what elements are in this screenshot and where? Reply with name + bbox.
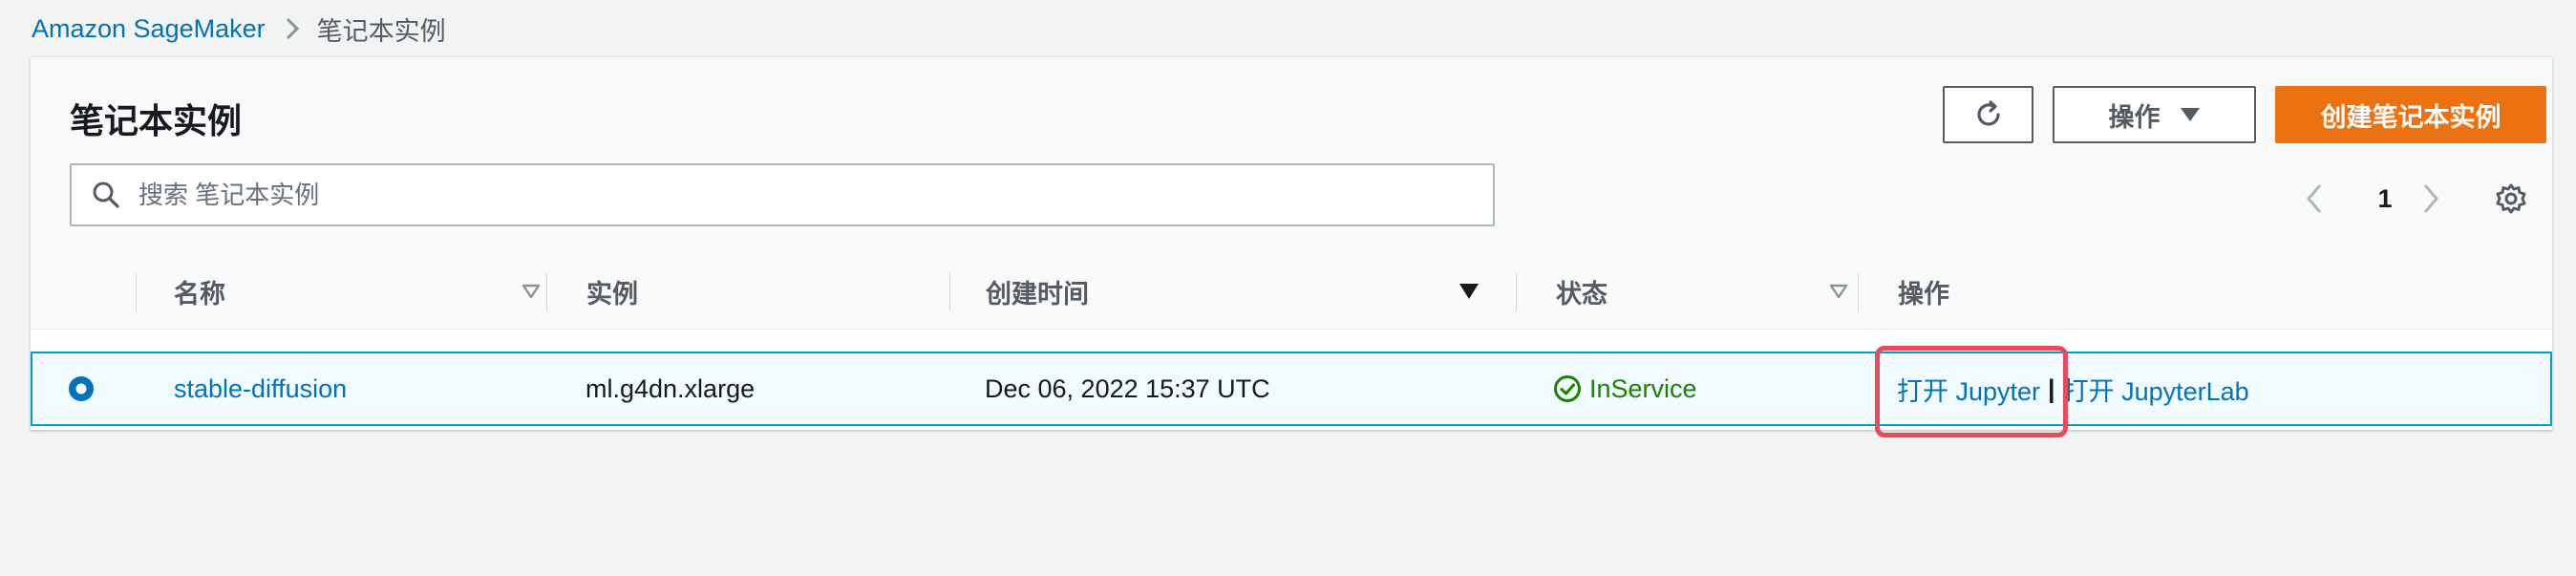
open-jupyterlab-link[interactable]: 打开 JupyterLab bbox=[2063, 371, 2249, 408]
search-box bbox=[70, 163, 1495, 226]
caret-down-icon bbox=[2180, 107, 2201, 122]
column-divider bbox=[1858, 273, 1859, 311]
check-circle-icon bbox=[1553, 374, 1582, 403]
next-page-button[interactable] bbox=[2420, 170, 2441, 227]
instance-type: ml.g4dn.xlarge bbox=[585, 373, 756, 403]
sort-descending-icon bbox=[1458, 283, 1480, 300]
chevron-right-icon bbox=[285, 16, 300, 41]
column-header-name[interactable]: 名称 bbox=[174, 254, 546, 329]
page-title: 笔记本实例 bbox=[70, 101, 243, 140]
row-radio-selected[interactable] bbox=[67, 353, 96, 424]
current-page-number[interactable]: 1 bbox=[2342, 170, 2428, 227]
notebook-instances-panel: 笔记本实例 操作 创建笔记本实例 搜索 笔记本实例 1 名称 实例 创建时间 状… bbox=[31, 57, 2552, 430]
actions-dropdown-button[interactable]: 操作 bbox=[2053, 86, 2256, 143]
column-header-label: 实例 bbox=[586, 279, 638, 309]
column-header-created[interactable]: 创建时间 bbox=[986, 254, 1516, 329]
sort-triangle-icon bbox=[1829, 284, 1848, 299]
status-text: InService bbox=[1589, 373, 1697, 403]
column-divider bbox=[1516, 273, 1517, 311]
table-row[interactable]: stable-diffusion ml.g4dn.xlarge Dec 06, … bbox=[31, 352, 2552, 426]
breadcrumb: Amazon SageMaker 笔记本实例 bbox=[32, 10, 446, 48]
column-header-instance[interactable]: 实例 bbox=[586, 254, 949, 329]
search-input[interactable] bbox=[137, 179, 1382, 211]
breadcrumb-sagemaker-link[interactable]: Amazon SageMaker bbox=[32, 14, 266, 44]
preferences-button[interactable] bbox=[2495, 170, 2527, 227]
actions-label: 操作 bbox=[2108, 102, 2161, 132]
column-divider bbox=[546, 273, 547, 311]
create-notebook-instance-button[interactable]: 创建笔记本实例 bbox=[2275, 86, 2546, 143]
refresh-button[interactable] bbox=[1943, 86, 2033, 143]
column-header-label: 名称 bbox=[174, 279, 225, 309]
row-actions: 打开 Jupyter | 打开 JupyterLab bbox=[1897, 353, 2249, 424]
chevron-left-icon bbox=[2304, 182, 2325, 215]
column-header-label: 创建时间 bbox=[986, 279, 1089, 309]
action-separator: | bbox=[2048, 373, 2055, 403]
panel-header: 笔记本实例 操作 创建笔记本实例 搜索 笔记本实例 1 bbox=[31, 57, 2552, 255]
table-header: 名称 实例 创建时间 状态 操作 bbox=[31, 254, 2552, 330]
column-header-actions: 操作 bbox=[1898, 254, 2280, 329]
open-jupyter-link[interactable]: 打开 Jupyter bbox=[1897, 371, 2040, 408]
column-divider bbox=[136, 273, 137, 311]
instance-name-link[interactable]: stable-diffusion bbox=[174, 353, 347, 424]
creation-time: Dec 06, 2022 15:37 UTC bbox=[985, 373, 1270, 403]
column-header-label: 状态 bbox=[1556, 279, 1607, 309]
column-divider bbox=[949, 273, 950, 311]
chevron-right-icon bbox=[2420, 182, 2441, 215]
breadcrumb-current: 笔记本实例 bbox=[316, 16, 446, 46]
column-header-status[interactable]: 状态 bbox=[1556, 254, 1890, 329]
sort-triangle-icon bbox=[522, 284, 541, 299]
search-icon bbox=[91, 180, 121, 210]
previous-page-button[interactable] bbox=[2304, 170, 2325, 227]
status-badge: InService bbox=[1553, 353, 1697, 424]
column-header-label: 操作 bbox=[1898, 279, 1949, 309]
refresh-icon bbox=[1972, 98, 2005, 131]
gear-icon bbox=[2495, 182, 2527, 215]
